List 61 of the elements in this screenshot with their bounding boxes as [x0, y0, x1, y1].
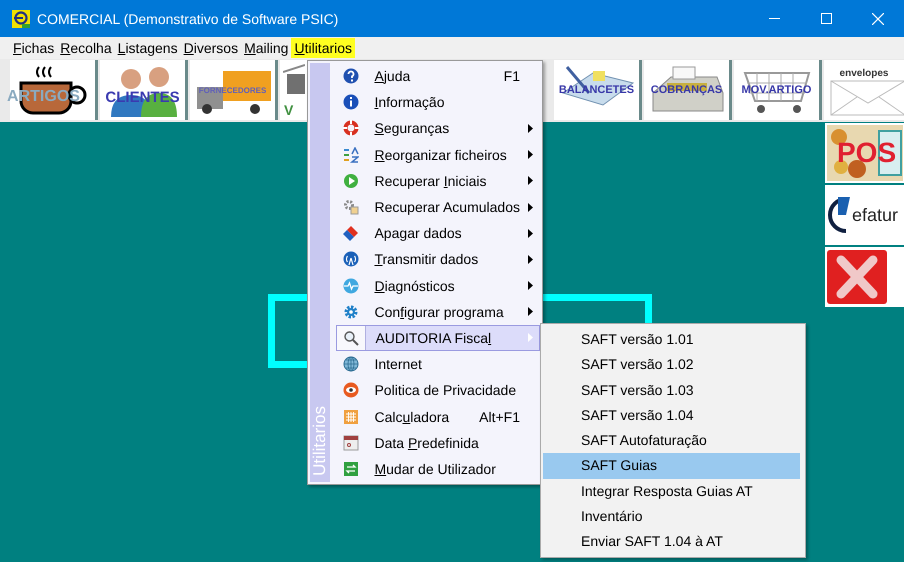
menu-bar-item[interactable]: Mailing [241, 38, 292, 58]
submenu-item[interactable]: Enviar SAFT 1.04 à AT [543, 529, 800, 555]
menu-item[interactable]: Seguranças [336, 115, 540, 142]
menu-item[interactable]: AUDITORIA Fiscal [336, 324, 540, 352]
submenu-item[interactable]: SAFT Guias [543, 453, 800, 479]
menu-bar-item[interactable]: Fichas [10, 38, 58, 58]
play-icon [343, 172, 360, 189]
exit-button[interactable] [825, 247, 904, 307]
menu-item[interactable]: Mudar de Utilizador [336, 456, 540, 482]
help-icon [343, 68, 360, 84]
menu-bar-item[interactable]: Recolha [57, 38, 115, 58]
menu-item[interactable]: Configurar programa [336, 298, 540, 325]
efatura-logo-icon [828, 195, 852, 235]
menu-item[interactable]: Diagnósticos [336, 272, 540, 299]
menu-item[interactable]: Reorganizar ficheiros [336, 142, 540, 168]
window-title: COMERCIAL (Demonstrativo de Software PSIC) [37, 10, 338, 26]
menu-item[interactable]: Apagar dados [336, 220, 540, 246]
arrows-icon [343, 460, 360, 477]
maximize-icon [820, 13, 832, 24]
gears-icon [343, 199, 360, 216]
menu-item[interactable]: Data Predefinida [336, 430, 540, 456]
submenu-item[interactable]: SAFT versão 1.04 [543, 402, 800, 428]
toolbar-button[interactable]: MOV.ARTIGO [734, 60, 822, 120]
calendar-icon [343, 434, 360, 451]
menu-item[interactable]: Calculadora Alt+F1 [336, 403, 540, 430]
eraser-icon [343, 225, 360, 242]
minimize-icon [768, 18, 780, 19]
menu-item[interactable]: Recuperar Iniciais [336, 168, 540, 194]
menu-bar-item[interactable]: Diversos [180, 38, 242, 58]
globe-icon [343, 356, 360, 372]
pulse-icon [343, 278, 360, 294]
sort-icon [343, 146, 360, 163]
toolbar-button[interactable]: CLIENTES [100, 60, 188, 120]
antenna-icon [343, 251, 360, 268]
side-tile-button[interactable]: efatur [825, 185, 904, 245]
menu-bar-item[interactable]: Utilitarios [291, 38, 356, 58]
search-icon [343, 330, 360, 346]
submenu-item[interactable]: SAFT versão 1.02 [543, 352, 800, 378]
eye-icon [343, 382, 360, 398]
submenu-item[interactable]: Inventário [543, 504, 800, 530]
menu-item[interactable]: Informação [336, 89, 540, 116]
submenu-item[interactable]: Integrar Resposta Guias AT [543, 478, 800, 504]
info-icon [343, 94, 360, 110]
menu-bar-item[interactable]: Listagens [114, 38, 181, 58]
menu-item[interactable]: Recuperar Acumulados [336, 194, 540, 220]
toolbar-button[interactable]: COBRANÇAS [644, 60, 732, 120]
close-icon [872, 12, 884, 24]
submenu-item[interactable]: SAFT versão 1.01 [543, 327, 800, 352]
submenu-item[interactable]: SAFT Autofaturação [543, 428, 800, 454]
close-x-icon [827, 250, 887, 304]
menu-item[interactable]: Ajuda F1 [336, 63, 540, 90]
menu-item[interactable]: Politica de Privacidade [336, 377, 540, 404]
menu-item[interactable]: Internet [336, 351, 540, 378]
lifebuoy-icon [343, 120, 360, 136]
submenu-item[interactable]: SAFT versão 1.03 [543, 378, 800, 403]
app-icon [12, 10, 30, 28]
tile-picture-icon [283, 64, 305, 94]
toolbar-button[interactable]: envelopes [824, 60, 904, 120]
calculator-icon [343, 408, 360, 425]
gear-icon [343, 304, 360, 320]
menu-item[interactable]: Transmitir dados [336, 246, 540, 272]
